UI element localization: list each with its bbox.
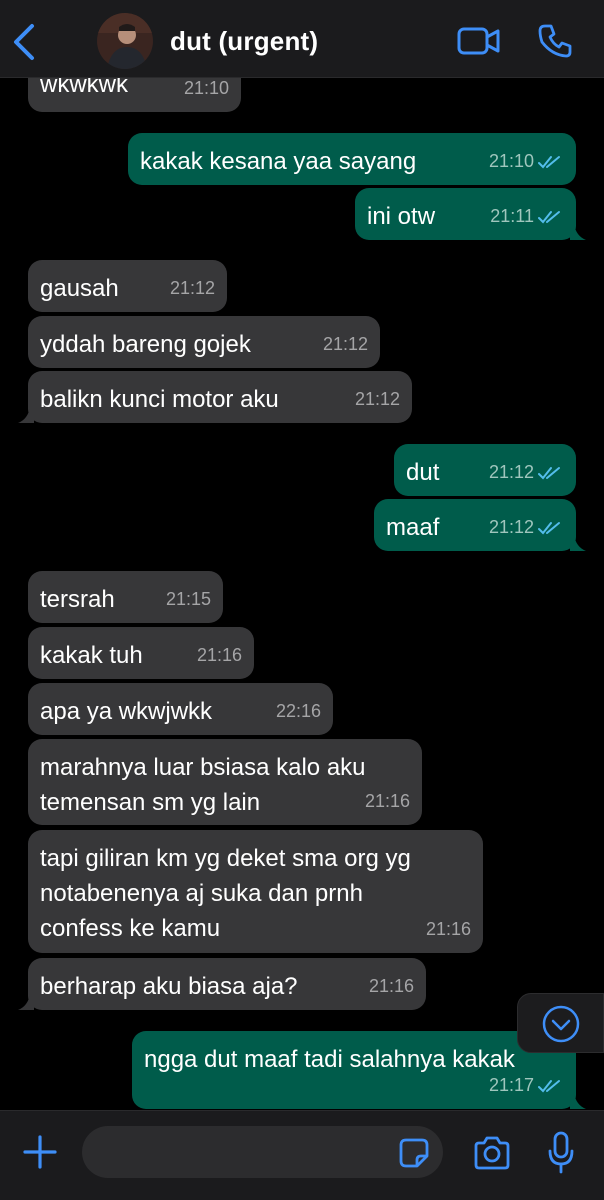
bubble-tail xyxy=(570,1093,586,1109)
voice-message-button[interactable] xyxy=(548,1131,574,1175)
back-button[interactable] xyxy=(8,20,42,64)
message-time: 21:12 xyxy=(322,334,368,354)
message-bubble-incoming[interactable]: balikn kunci motor aku 21:12 xyxy=(18,371,412,423)
message-bubble-outgoing[interactable]: kakak kesana yaa sayang 21:10 xyxy=(128,133,576,185)
message-bubble-incoming[interactable]: gausah 21:12 xyxy=(28,260,227,312)
plus-icon xyxy=(23,1135,57,1169)
microphone-icon xyxy=(548,1131,574,1174)
message-text: berharap aku biasa aja? xyxy=(40,973,298,1000)
scroll-to-bottom-button[interactable] xyxy=(517,993,604,1053)
message-time: 21:16 xyxy=(425,919,471,939)
video-camera-icon xyxy=(457,27,500,55)
camera-button[interactable] xyxy=(472,1135,512,1171)
message-input[interactable] xyxy=(82,1126,443,1178)
chevron-left-icon xyxy=(14,24,34,60)
message-time: 21:16 xyxy=(364,791,410,811)
contact-photo xyxy=(97,13,153,69)
message-time: 21:10 xyxy=(488,151,534,171)
read-receipt-icon xyxy=(538,521,560,534)
sticker-icon xyxy=(399,1138,429,1168)
video-call-button[interactable] xyxy=(456,22,502,60)
message-bubble-outgoing[interactable]: ngga dut maaf tadi salahnya kakak 21:17 xyxy=(132,1031,586,1109)
message-bubble-outgoing[interactable]: ini otw 21:11 xyxy=(355,188,586,240)
message-text: marahnya luar bsiasa kalo aku temensan s… xyxy=(40,754,366,816)
contact-name[interactable]: dut (urgent) xyxy=(170,26,318,57)
message-bubble-incoming[interactable]: tapi giliran km yg deket sma org yg nota… xyxy=(28,830,483,953)
message-bubble-incoming[interactable]: yddah bareng gojek 21:12 xyxy=(28,316,380,368)
chat-screen: wkwkwk 21:10 kakak kesana yaa sayang 21:… xyxy=(0,0,604,1200)
read-receipt-icon xyxy=(538,1079,560,1092)
camera-icon xyxy=(474,1136,510,1170)
bubble-tail xyxy=(18,407,34,423)
attach-button[interactable] xyxy=(22,1134,58,1170)
contact-avatar[interactable] xyxy=(97,13,153,69)
bubble-tail xyxy=(18,994,34,1010)
message-time: 21:12 xyxy=(354,389,400,409)
message-time: 21:16 xyxy=(368,976,414,996)
message-bubble-incoming[interactable]: kakak tuh 21:16 xyxy=(28,627,254,679)
message-bubble-incoming[interactable]: marahnya luar bsiasa kalo aku temensan s… xyxy=(28,739,422,825)
message-text: tapi giliran km yg deket sma org yg nota… xyxy=(40,845,411,942)
message-bubble-incoming[interactable]: apa ya wkwjwkk 22:16 xyxy=(28,683,333,735)
phone-icon xyxy=(538,24,572,58)
message-time: 21:16 xyxy=(196,645,242,665)
sticker-button[interactable] xyxy=(398,1137,430,1169)
message-bubble-incoming[interactable]: tersrah 21:15 xyxy=(28,571,223,623)
chevron-down-circle-icon xyxy=(542,1005,580,1043)
message-time: 21:11 xyxy=(490,206,534,226)
message-bubble-incoming[interactable]: berharap aku biasa aja? 21:16 xyxy=(18,958,426,1010)
message-time: 21:12 xyxy=(488,462,534,482)
chat-header: dut (urgent) xyxy=(0,0,604,78)
message-composer xyxy=(0,1110,604,1200)
message-time: 21:12 xyxy=(169,278,215,298)
message-list[interactable]: wkwkwk 21:10 kakak kesana yaa sayang 21:… xyxy=(0,0,604,1110)
message-bubble-outgoing[interactable]: dut 21:12 xyxy=(394,444,576,496)
message-time: 21:12 xyxy=(488,517,534,537)
message-time: 21:17 xyxy=(488,1075,534,1095)
read-receipt-icon xyxy=(538,210,560,223)
bubble-tail xyxy=(570,224,586,240)
voice-call-button[interactable] xyxy=(536,22,574,60)
message-time: 22:16 xyxy=(275,701,321,721)
read-receipt-icon xyxy=(538,155,560,168)
bubble-tail xyxy=(570,535,586,551)
read-receipt-icon xyxy=(538,466,560,479)
message-bubble-outgoing[interactable]: maaf 21:12 xyxy=(374,499,586,551)
message-time: 21:15 xyxy=(165,589,211,609)
